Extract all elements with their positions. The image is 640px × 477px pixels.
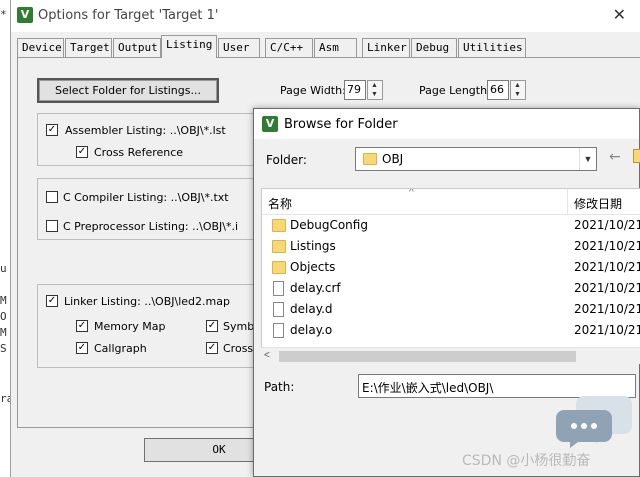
c-compiler-listing-label: C Compiler Listing: ..\OBJ\*.txt bbox=[63, 191, 229, 204]
tab-device[interactable]: Device bbox=[17, 38, 64, 57]
folder-icon bbox=[272, 219, 286, 232]
list-item-date: 2021/10/21 bbox=[574, 239, 640, 253]
bg-fragment: M bbox=[0, 294, 7, 307]
spin-up-icon: ▲ bbox=[371, 82, 378, 89]
horizontal-scrollbar[interactable]: < bbox=[261, 347, 640, 364]
list-item[interactable]: delay.d 2021/10/21 bbox=[262, 299, 640, 320]
sort-caret-icon: ^ bbox=[409, 188, 414, 198]
back-arrow-icon[interactable]: ← bbox=[609, 149, 621, 165]
page-width-input[interactable]: 79 bbox=[344, 80, 366, 100]
dropdown-arrow-icon[interactable]: ▼ bbox=[579, 148, 596, 170]
close-icon[interactable]: ✕ bbox=[613, 5, 626, 24]
page-length-spinner[interactable]: ▲ ▼ bbox=[510, 80, 526, 100]
column-separator[interactable] bbox=[567, 189, 568, 215]
tab-debug[interactable]: Debug bbox=[411, 38, 457, 57]
linker-listing-checkbox[interactable]: ✓ bbox=[46, 295, 58, 307]
select-folder-button[interactable]: Select Folder for Listings... bbox=[37, 78, 219, 103]
background-window-edge: * u M O M S ra bbox=[0, 0, 13, 477]
c-preprocessor-listing-checkbox[interactable] bbox=[46, 220, 58, 232]
folder-listview[interactable]: 名称 ^ 修改日期 DebugConfig 2021/10/21 Listing… bbox=[261, 188, 640, 364]
cross-reference-label: Cross Reference bbox=[94, 146, 184, 159]
folder-combobox-value: OBJ bbox=[382, 152, 404, 166]
tab-output[interactable]: Output bbox=[113, 38, 161, 57]
list-item-date: 2021/10/21 bbox=[574, 218, 640, 232]
callgraph-label: Callgraph bbox=[94, 342, 147, 355]
list-item-name: DebugConfig bbox=[290, 218, 368, 232]
folder-label: Folder: bbox=[266, 153, 307, 167]
assembler-listing-checkbox[interactable]: ✓ bbox=[46, 124, 58, 136]
chat-bubble-icon bbox=[556, 396, 632, 448]
list-item-name: delay.d bbox=[290, 302, 333, 316]
tab-c-cpp[interactable]: C/C++ bbox=[265, 38, 313, 57]
list-item-date: 2021/10/21 bbox=[574, 323, 640, 337]
tab-user[interactable]: User bbox=[218, 38, 260, 57]
callgraph-checkbox[interactable]: ✓ bbox=[76, 342, 88, 354]
spin-down-icon: ▼ bbox=[514, 91, 521, 98]
folder-combobox[interactable]: OBJ ▼ bbox=[355, 147, 597, 171]
bg-fragment: O bbox=[0, 310, 7, 323]
page-length-input[interactable]: 66 bbox=[487, 80, 509, 100]
spin-up-icon: ▲ bbox=[514, 82, 521, 89]
cross-reference-checkbox[interactable]: ✓ bbox=[76, 146, 88, 158]
linker-cross-reference-checkbox[interactable]: ✓ bbox=[206, 342, 218, 354]
bg-fragment: S bbox=[0, 342, 7, 355]
c-preprocessor-listing-label: C Preprocessor Listing: ..\OBJ\*.i bbox=[63, 220, 239, 233]
list-item-name: delay.o bbox=[290, 323, 333, 337]
list-item[interactable]: DebugConfig 2021/10/21 bbox=[262, 215, 640, 236]
assembler-listing-label: Assembler Listing: ..\OBJ\*.lst bbox=[65, 124, 226, 137]
bg-fragment: M bbox=[0, 326, 7, 339]
page-width-spinner[interactable]: ▲ ▼ bbox=[367, 80, 383, 100]
browse-titlebar[interactable]: V Browse for Folder bbox=[254, 109, 639, 139]
list-item[interactable]: Objects 2021/10/21 bbox=[262, 257, 640, 278]
folder-icon bbox=[363, 153, 377, 165]
tab-linker[interactable]: Linker bbox=[362, 38, 410, 57]
column-header-name[interactable]: 名称 bbox=[268, 195, 292, 212]
list-item-name: Objects bbox=[290, 260, 336, 274]
up-folder-icon[interactable] bbox=[633, 149, 640, 163]
page-width-label: Page Width: bbox=[280, 84, 346, 97]
list-item[interactable]: Listings 2021/10/21 bbox=[262, 236, 640, 257]
tab-utilities[interactable]: Utilities bbox=[458, 38, 526, 57]
tab-target[interactable]: Target bbox=[65, 38, 112, 57]
list-item-date: 2021/10/21 bbox=[574, 302, 640, 316]
memory-map-checkbox[interactable]: ✓ bbox=[76, 320, 88, 332]
browse-title: Browse for Folder bbox=[284, 117, 398, 132]
scroll-left-arrow-icon[interactable]: < bbox=[264, 350, 270, 361]
folder-icon bbox=[272, 261, 286, 274]
folder-icon bbox=[272, 240, 286, 253]
options-title: Options for Target 'Target 1' bbox=[38, 8, 219, 23]
app-icon: V bbox=[17, 7, 33, 23]
bg-fragment: u bbox=[0, 262, 7, 275]
page-length-label: Page Length: bbox=[419, 84, 491, 97]
list-item-name: Listings bbox=[290, 239, 336, 253]
watermark-text: CSDN @小杨很勤奋 bbox=[462, 453, 591, 469]
path-label: Path: bbox=[264, 380, 295, 394]
file-icon bbox=[273, 302, 284, 317]
tab-listing[interactable]: Listing bbox=[161, 35, 217, 58]
listview-header: 名称 ^ 修改日期 bbox=[262, 189, 640, 215]
c-compiler-listing-checkbox[interactable] bbox=[46, 191, 58, 203]
memory-map-label: Memory Map bbox=[94, 320, 166, 333]
bg-fragment: * bbox=[0, 8, 7, 21]
list-item-date: 2021/10/21 bbox=[574, 260, 640, 274]
list-item-date: 2021/10/21 bbox=[574, 281, 640, 295]
spin-down-icon: ▼ bbox=[371, 91, 378, 98]
scrollbar-thumb[interactable] bbox=[279, 351, 576, 362]
list-item-name: delay.crf bbox=[290, 281, 341, 295]
file-icon bbox=[273, 281, 284, 296]
file-icon bbox=[273, 323, 284, 338]
symbols-checkbox[interactable]: ✓ bbox=[206, 320, 218, 332]
column-header-date[interactable]: 修改日期 bbox=[574, 195, 622, 212]
list-item[interactable]: delay.o 2021/10/21 bbox=[262, 320, 640, 341]
options-titlebar[interactable]: V Options for Target 'Target 1' ✕ bbox=[11, 0, 640, 32]
list-item[interactable]: delay.crf 2021/10/21 bbox=[262, 278, 640, 299]
tab-asm[interactable]: Asm bbox=[314, 38, 357, 57]
app-icon: V bbox=[262, 116, 278, 132]
linker-listing-label: Linker Listing: ..\OBJ\led2.map bbox=[64, 295, 230, 308]
